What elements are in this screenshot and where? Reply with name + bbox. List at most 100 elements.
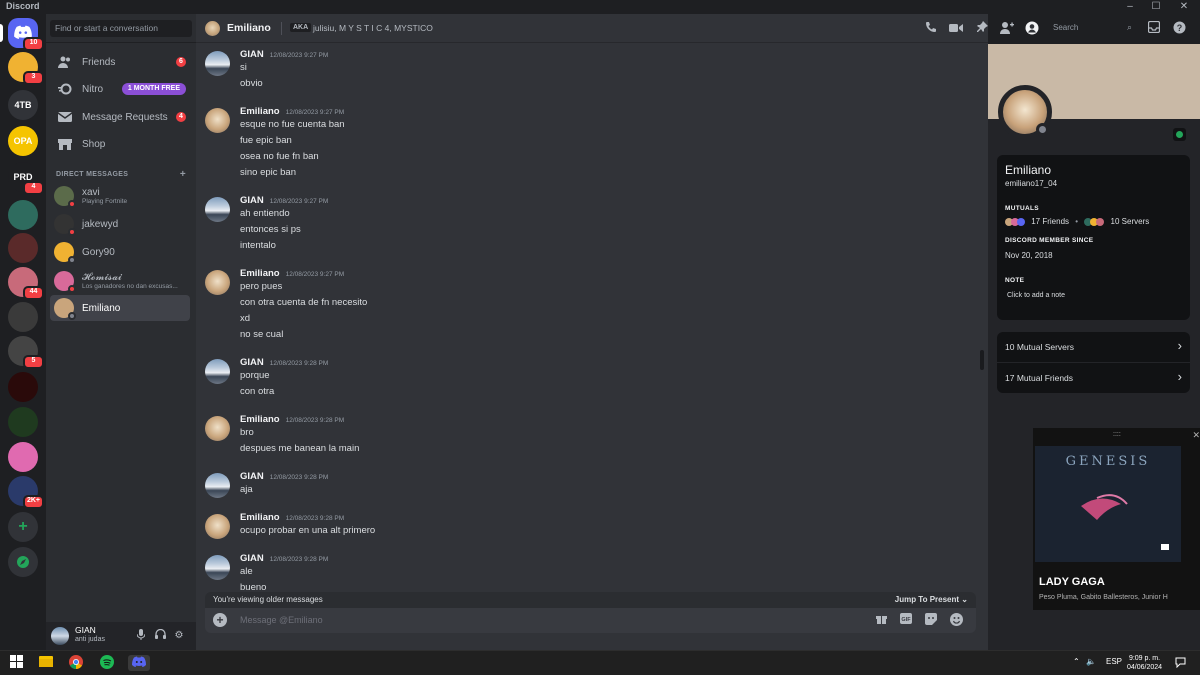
create-dm-icon[interactable]: + — [180, 169, 186, 180]
server-icon[interactable]: 5 — [8, 336, 44, 369]
file-explorer-icon[interactable] — [38, 655, 54, 671]
dm-item[interactable]: jakewyd — [50, 211, 190, 237]
message-timestamp: 12/08/2023 9:27 PM — [269, 198, 329, 205]
mutuals-separator: • — [1075, 217, 1079, 226]
pin-icon[interactable] — [974, 21, 990, 37]
windows-start-icon[interactable] — [8, 655, 24, 671]
input-language[interactable]: ESP — [1106, 657, 1122, 666]
server-icon[interactable] — [8, 200, 38, 230]
server-icon[interactable] — [8, 302, 38, 332]
home-dm-button[interactable]: 10 — [8, 18, 44, 51]
profile-avatar[interactable] — [998, 85, 1052, 139]
server-icon[interactable]: 3 — [8, 52, 44, 85]
nav-shop-label: Shop — [82, 138, 106, 150]
message-author[interactable]: GIAN 12/08/2023 9:28 PM — [240, 553, 328, 564]
message-text: ah entiendo — [240, 208, 290, 219]
chat-search-input[interactable]: Search ⌕ — [1049, 21, 1136, 36]
server-icon[interactable] — [8, 407, 38, 437]
help-icon[interactable]: ? — [1171, 21, 1187, 37]
dm-item[interactable]: xavi Playing Fortnite — [50, 183, 190, 209]
gif-icon[interactable]: GIF — [899, 613, 913, 627]
server-icon[interactable]: 2K+ — [8, 476, 44, 509]
discover-servers-icon[interactable] — [8, 547, 38, 577]
phone-call-icon[interactable] — [923, 21, 939, 37]
mutual-servers-row[interactable]: 10 Mutual Servers › — [997, 332, 1190, 362]
attach-plus-icon[interactable]: + — [213, 613, 227, 627]
microphone-icon[interactable] — [134, 629, 148, 643]
spotify-mini-player[interactable]: :::: ✕ GENESIS LADY GAGA Peso Pluma, Gab… — [1033, 428, 1200, 610]
add-friend-icon[interactable] — [999, 21, 1015, 37]
dm-item[interactable]: 𝓗𝓸𝓶𝓲𝓼𝓪𝓲 Los ganadores no dan excusas... — [50, 268, 190, 294]
server-icon[interactable] — [8, 442, 38, 472]
message-avatar[interactable] — [205, 473, 230, 498]
minimize-button[interactable]: – — [1120, 0, 1140, 14]
close-icon[interactable]: ✕ — [1192, 430, 1200, 441]
server-icon[interactable]: PRD 4 — [8, 162, 44, 195]
spotify-icon[interactable] — [99, 655, 115, 671]
volume-icon[interactable]: 🔈 — [1086, 657, 1096, 666]
nitro-badge-icon[interactable] — [1173, 128, 1186, 141]
server-icon[interactable] — [8, 372, 38, 402]
emoji-icon[interactable] — [949, 613, 963, 627]
message-avatar[interactable] — [205, 51, 230, 76]
dm-status-indicator — [68, 228, 76, 236]
mutuals-summary[interactable]: 17 Friends • 10 Servers — [1005, 217, 1149, 226]
recipient-name[interactable]: Emiliano — [227, 22, 271, 34]
message-avatar[interactable] — [205, 270, 230, 295]
dm-item[interactable]: Emiliano — [50, 295, 190, 321]
jump-to-present-button[interactable]: Jump To Present ⌄ — [895, 595, 968, 604]
server-icon[interactable] — [8, 233, 38, 263]
message-author[interactable]: GIAN 12/08/2023 9:28 PM — [240, 357, 328, 368]
message-text: esque no fue cuenta ban — [240, 119, 345, 130]
chat-scrollbar[interactable] — [980, 350, 984, 370]
message-avatar[interactable] — [205, 197, 230, 222]
message-author[interactable]: GIAN 12/08/2023 9:27 PM — [240, 195, 328, 206]
drag-handle-icon[interactable]: :::: — [1113, 431, 1121, 438]
sticker-icon[interactable] — [924, 613, 938, 627]
nav-message-requests[interactable]: Message Requests 4 — [52, 106, 190, 128]
nav-shop[interactable]: Shop — [52, 133, 190, 155]
dm-item[interactable]: Gory90 — [50, 239, 190, 265]
inbox-icon[interactable] — [1146, 20, 1162, 37]
server-icon[interactable]: 4TB — [8, 90, 38, 120]
user-profile-toggle-icon[interactable] — [1024, 21, 1040, 37]
message-avatar[interactable] — [205, 108, 230, 133]
message-composer[interactable]: + Message @Emiliano GIF — [205, 608, 976, 633]
chrome-icon[interactable] — [68, 655, 84, 671]
user-avatar[interactable] — [51, 627, 69, 645]
notifications-icon[interactable] — [1175, 657, 1186, 670]
maximize-button[interactable]: ☐ — [1146, 0, 1166, 14]
server-label: 4TB — [14, 100, 32, 110]
clock-time: 9:09 p. m. — [1128, 655, 1161, 662]
message-author[interactable]: Emiliano 12/08/2023 9:27 PM — [240, 268, 344, 279]
discord-taskbar-icon[interactable] — [128, 655, 150, 671]
video-call-icon[interactable] — [948, 21, 964, 37]
mutual-friends-row[interactable]: 17 Mutual Friends › — [997, 363, 1190, 393]
nav-friends[interactable]: Friends 6 — [52, 51, 190, 73]
dm-avatar — [54, 242, 76, 264]
server-icon[interactable]: 44 — [8, 267, 44, 300]
message-author[interactable]: GIAN 12/08/2023 9:27 PM — [240, 49, 328, 60]
system-clock[interactable]: 9:09 p. m. 04/06/2024 — [1127, 654, 1162, 672]
message-avatar[interactable] — [205, 514, 230, 539]
server-icon[interactable]: OPA — [8, 126, 38, 156]
conversation-search[interactable]: Find or start a conversation — [50, 20, 192, 37]
message-text: ocupo probar en una alt primero — [240, 525, 376, 536]
friends-badge: 6 — [176, 57, 186, 67]
nav-nitro[interactable]: Nitro 1 MONTH FREE — [52, 78, 190, 100]
message-avatar[interactable] — [205, 359, 230, 384]
message-author[interactable]: Emiliano 12/08/2023 9:27 PM — [240, 106, 344, 117]
message-avatar[interactable] — [205, 555, 230, 580]
message-author[interactable]: Emiliano 12/08/2023 9:28 PM — [240, 512, 344, 523]
close-window-button[interactable]: ✕ — [1174, 0, 1194, 14]
message-author[interactable]: GIAN 12/08/2023 9:28 PM — [240, 471, 328, 482]
tray-chevron-icon[interactable]: ⌃ — [1073, 657, 1080, 666]
add-server-icon[interactable]: + — [8, 512, 38, 542]
note-input[interactable]: Click to add a note — [1007, 292, 1065, 299]
gift-icon[interactable] — [874, 613, 888, 627]
settings-gear-icon[interactable]: ⚙ — [172, 629, 186, 643]
message-avatar[interactable] — [205, 416, 230, 441]
headphones-icon[interactable] — [153, 628, 167, 643]
dm-avatar — [54, 298, 76, 320]
message-author[interactable]: Emiliano 12/08/2023 9:28 PM — [240, 414, 344, 425]
